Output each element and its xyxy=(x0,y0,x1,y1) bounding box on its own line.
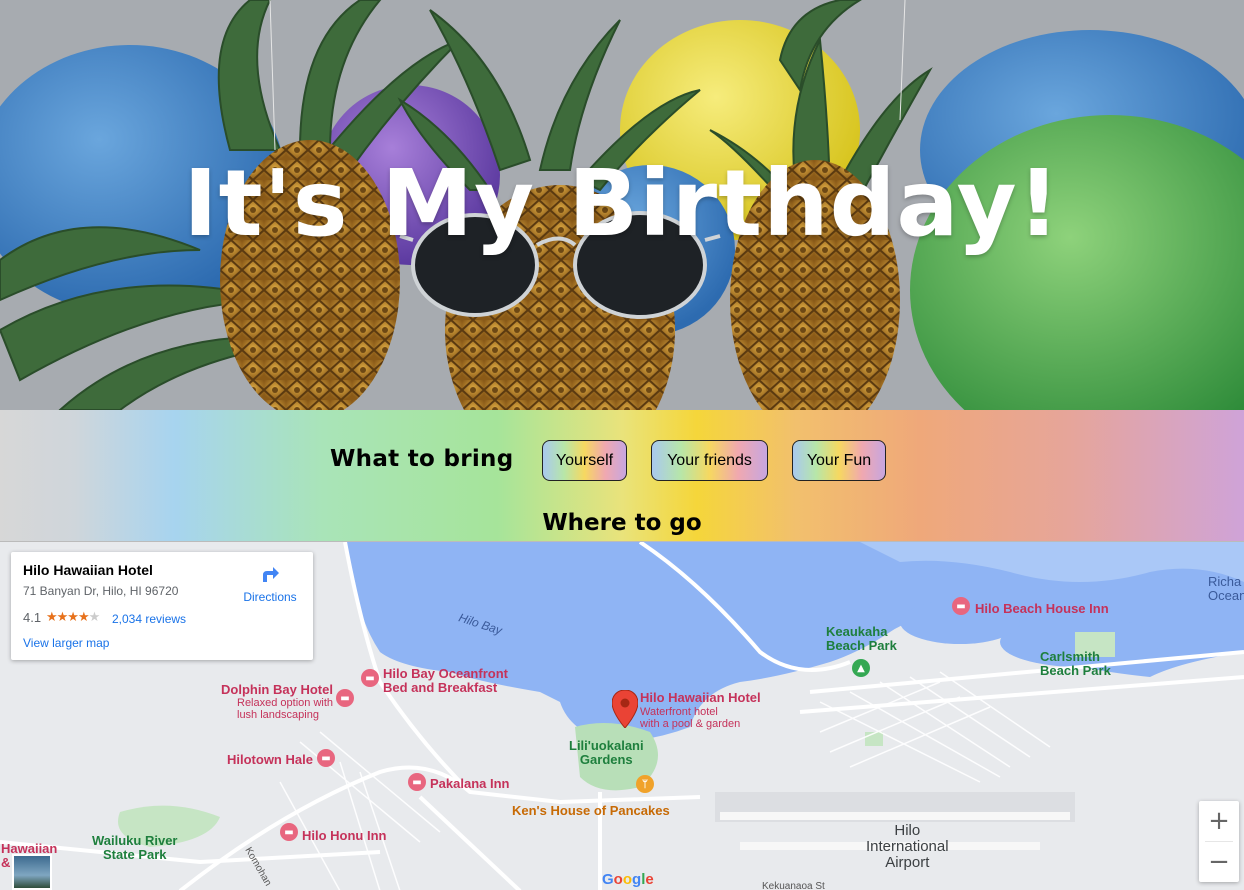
hilo-hawaiian-label[interactable]: Hilo Hawaiian Hotel xyxy=(640,691,761,705)
hotel-pin-icon[interactable]: ▬ xyxy=(952,597,970,615)
place-rating: 4.1 xyxy=(23,610,42,625)
richardson-label: Richa Ocean xyxy=(1208,574,1244,603)
yourself-button[interactable]: Yourself xyxy=(542,440,627,481)
your-fun-button[interactable]: Your Fun xyxy=(792,440,886,481)
hilo-bay-oceanfront-label[interactable]: Hilo Bay Oceanfront Bed and Breakfast xyxy=(383,667,508,695)
hotel-pin-icon[interactable]: ▬ xyxy=(361,669,379,687)
view-larger-map-link[interactable]: View larger map xyxy=(23,636,109,650)
kens-pancakes-label[interactable]: Ken's House of Pancakes xyxy=(512,804,670,818)
reviews-link[interactable]: 2,034 reviews xyxy=(112,612,186,626)
place-info-card: Hilo Hawaiian Hotel 71 Banyan Dr, Hilo, … xyxy=(11,552,313,660)
dolphin-bay-sub-label: Relaxed option with lush landscaping xyxy=(237,697,334,721)
carlsmith-label[interactable]: Carlsmith Beach Park xyxy=(1040,650,1111,678)
wailuku-label[interactable]: Wailuku River State Park xyxy=(92,834,177,862)
google-logo: Google xyxy=(602,871,654,888)
hotel-pin-icon[interactable]: ▬ xyxy=(408,773,426,791)
directions-icon xyxy=(263,567,279,582)
airport-label[interactable]: Hilo International Airport xyxy=(866,823,949,871)
kekuanaoa-road-label: Kekuanaoa St xyxy=(762,881,825,890)
what-to-bring-label: What to bring xyxy=(330,446,514,472)
hotel-pin-icon[interactable]: ▬ xyxy=(317,749,335,767)
your-friends-button[interactable]: Your friends xyxy=(651,440,768,481)
pakalana-inn-label[interactable]: Pakalana Inn xyxy=(430,777,509,791)
park-pin-icon[interactable]: ▲ xyxy=(852,659,870,677)
hotel-pin-icon[interactable]: ▬ xyxy=(280,823,298,841)
directions-button[interactable]: Directions xyxy=(240,564,300,604)
place-name: Hilo Hawaiian Hotel xyxy=(23,562,153,578)
hero-banner: It's My Birthday! xyxy=(0,0,1244,410)
liliuokalani-label[interactable]: Lili'uokalani Gardens xyxy=(569,739,644,767)
hilotown-hale-label[interactable]: Hilotown Hale xyxy=(227,753,313,767)
dolphin-bay-label[interactable]: Dolphin Bay Hotel xyxy=(221,683,333,697)
directions-label: Directions xyxy=(243,590,297,604)
hilo-honu-label[interactable]: Hilo Honu Inn xyxy=(302,829,386,843)
where-to-go-label: Where to go xyxy=(542,510,702,536)
map-marker-icon[interactable] xyxy=(612,690,638,728)
place-address: 71 Banyan Dr, Hilo, HI 96720 xyxy=(23,584,179,598)
zoom-controls: + − xyxy=(1199,801,1239,882)
hilo-beach-house-label[interactable]: Hilo Beach House Inn xyxy=(975,602,1109,616)
rating-stars-icon: ★★★★★ xyxy=(46,609,100,624)
street-view-thumbnail[interactable] xyxy=(12,854,52,890)
zoom-in-button[interactable]: + xyxy=(1199,801,1239,841)
restaurant-pin-icon[interactable]: ᛘ xyxy=(636,775,654,793)
page-title: It's My Birthday! xyxy=(183,150,1061,257)
hotel-pin-icon[interactable]: ▬ xyxy=(336,689,354,707)
hilo-hawaiian-sub-label: Waterfront hotel with a pool & garden xyxy=(640,706,741,730)
keaukaha-label[interactable]: Keaukaha Beach Park xyxy=(826,625,897,653)
zoom-out-button[interactable]: − xyxy=(1199,842,1239,882)
